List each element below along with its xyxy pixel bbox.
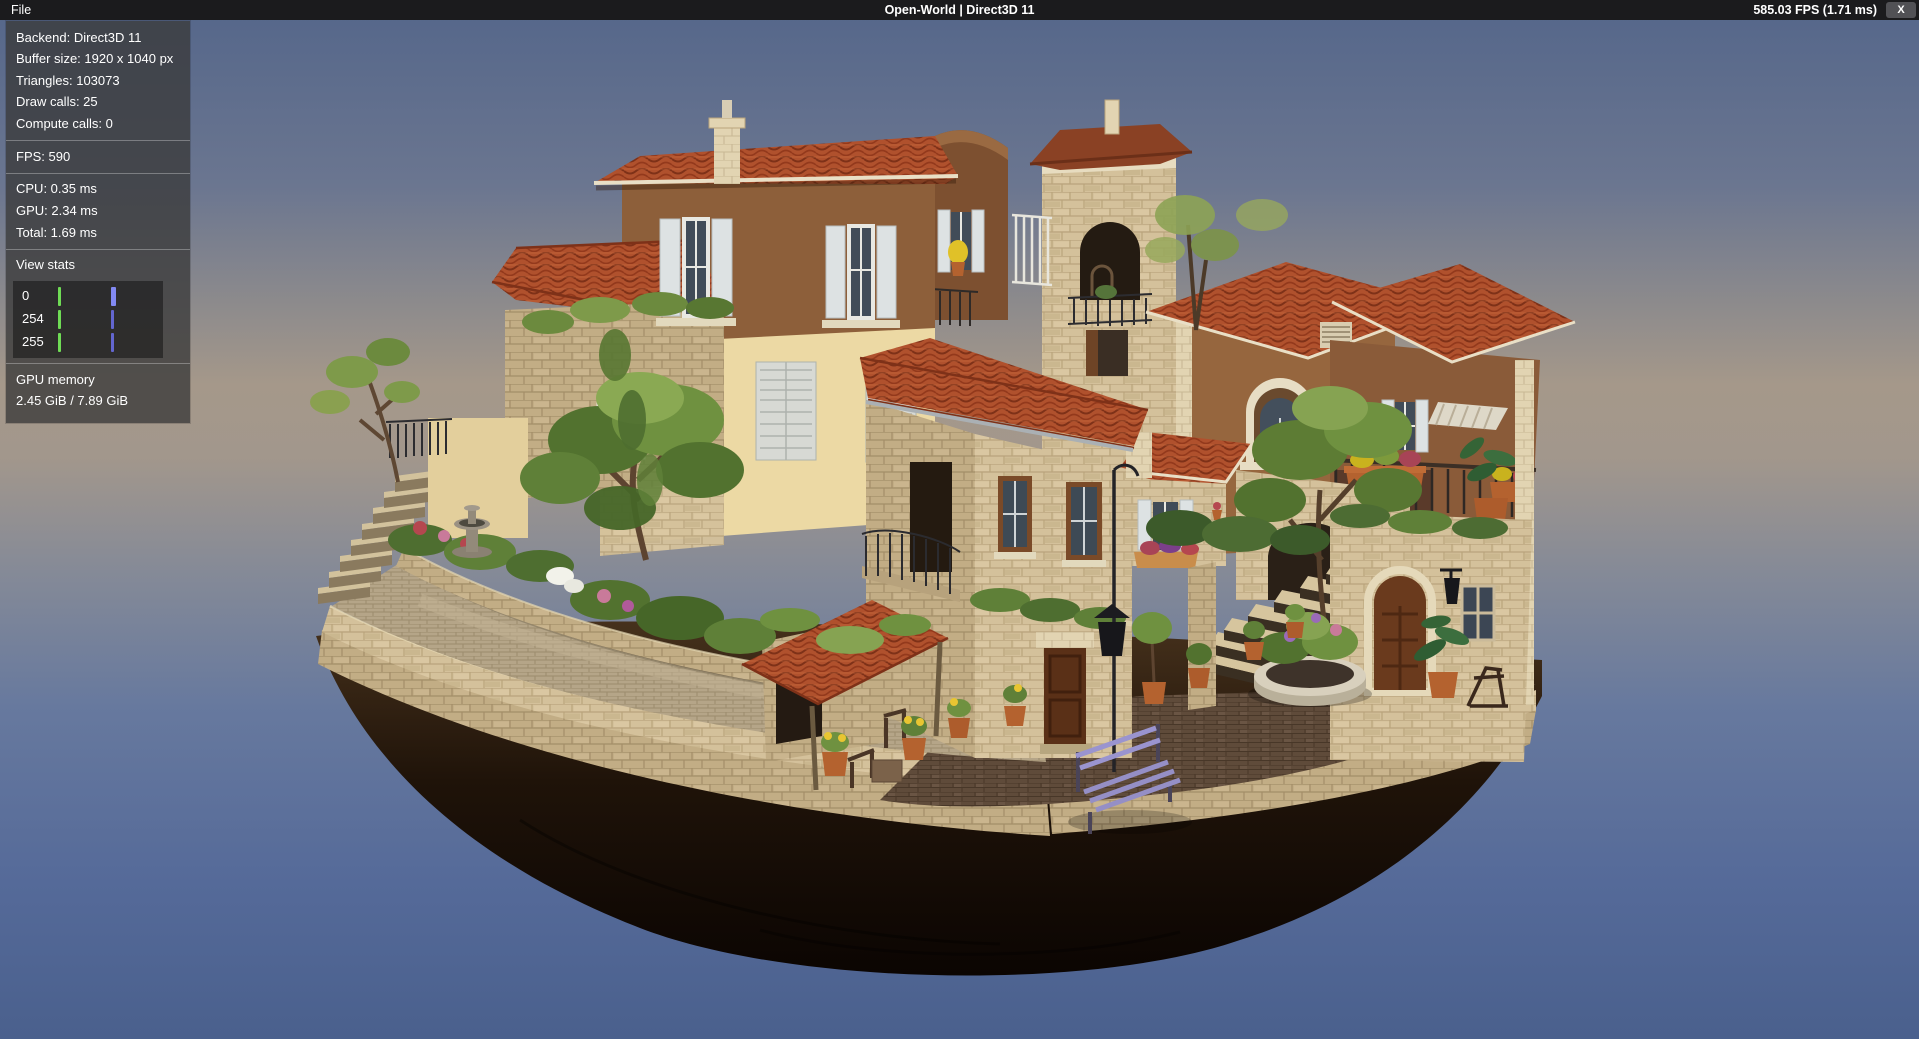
stat-cpu-time: CPU: 0.35 ms <box>6 179 190 201</box>
green-tick <box>58 287 61 306</box>
blue-tick <box>111 287 116 306</box>
stat-total-time: Total: 1.69 ms <box>6 222 190 244</box>
stat-draw-calls: Draw calls: 25 <box>6 92 190 114</box>
stat-buffer-size: Buffer size: 1920 x 1040 px <box>6 49 190 71</box>
histogram-row: 0 <box>13 285 163 308</box>
histogram-row-label: 0 <box>22 288 29 305</box>
view-stats-label: View stats <box>6 255 190 277</box>
histogram-row: 254 <box>13 308 163 331</box>
stat-triangles: Triangles: 103073 <box>6 70 190 92</box>
scene-3d-viewport[interactable] <box>0 0 1919 1039</box>
window-title: Open-World | Direct3D 11 <box>885 0 1035 20</box>
histogram-row: 255 <box>13 331 163 354</box>
stat-backend: Backend: Direct3D 11 <box>6 27 190 49</box>
close-button[interactable]: X <box>1886 2 1916 18</box>
blue-tick <box>111 310 114 329</box>
stat-compute-calls: Compute calls: 0 <box>6 114 190 136</box>
separator <box>6 173 190 174</box>
separator <box>6 140 190 141</box>
stat-gpu-time: GPU: 2.34 ms <box>6 200 190 222</box>
separator <box>6 249 190 250</box>
gpu-memory-value: 2.45 GiB / 7.89 GiB <box>6 391 190 413</box>
right-door-wall <box>1330 512 1532 762</box>
stat-fps: FPS: 590 <box>6 146 190 168</box>
histogram-row-label: 254 <box>22 311 44 328</box>
histogram-row-label: 255 <box>22 334 44 351</box>
separator <box>6 363 190 364</box>
title-bar: File Open-World | Direct3D 11 585.03 FPS… <box>0 0 1919 20</box>
gpu-memory-label: GPU memory <box>6 369 190 391</box>
app-window: File Open-World | Direct3D 11 585.03 FPS… <box>0 0 1919 1039</box>
fps-readout: 585.03 FPS (1.71 ms) <box>1753 3 1877 17</box>
green-tick <box>58 333 61 352</box>
title-bar-right: 585.03 FPS (1.71 ms) X <box>1753 2 1919 18</box>
green-tick <box>58 310 61 329</box>
view-stats-histogram: 0 254 255 <box>13 281 163 358</box>
blue-tick <box>111 333 114 352</box>
stats-panel: Backend: Direct3D 11 Buffer size: 1920 x… <box>6 21 190 423</box>
file-menu[interactable]: File <box>0 0 42 20</box>
